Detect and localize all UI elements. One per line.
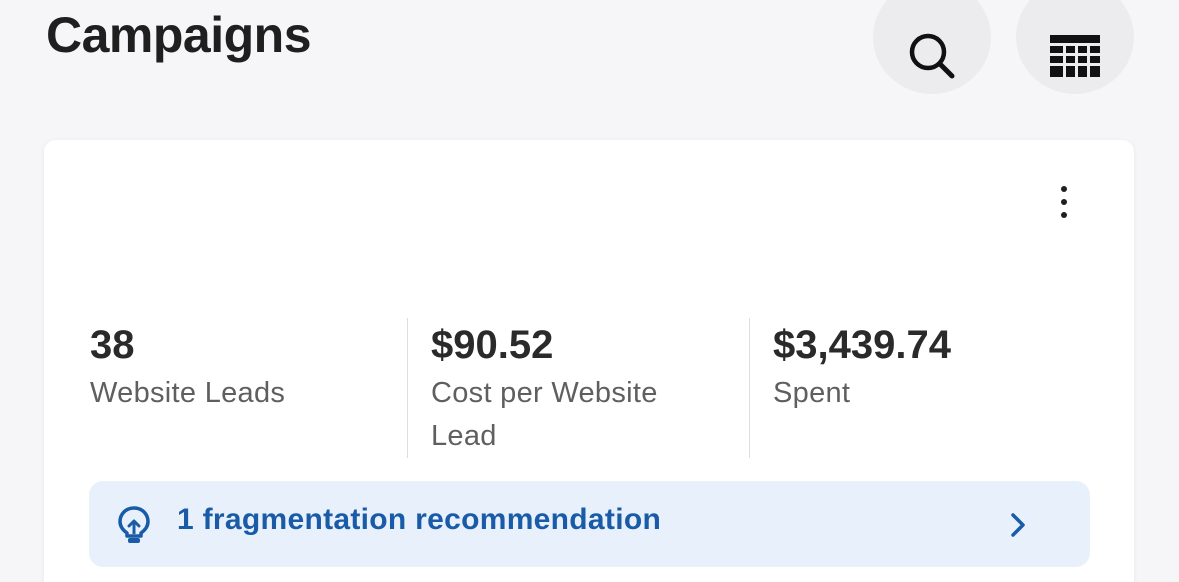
recommendation-banner[interactable]: 1 fragmentation recommendation <box>89 481 1090 567</box>
metric-divider <box>407 318 408 458</box>
search-button[interactable] <box>873 0 991 94</box>
metric-label: Website Leads <box>90 377 286 409</box>
lightbulb-icon <box>118 506 150 543</box>
metric-website-leads: 38 Website Leads <box>90 320 390 415</box>
more-options-button[interactable] <box>1046 180 1082 224</box>
metric-cost-per-lead: $90.52 Cost per Website Lead <box>431 320 731 458</box>
campaigns-page: Campaigns 38 Website Leads $90.52 Cost p… <box>0 0 1179 582</box>
page-title: Campaigns <box>46 7 312 63</box>
chevron-right-icon <box>1011 513 1025 537</box>
metric-spent: $3,439.74 Spent <box>773 320 1073 415</box>
metric-label: Cost per Website Lead <box>431 377 658 452</box>
metric-label: Spent <box>773 377 851 409</box>
more-vertical-icon <box>1061 186 1067 192</box>
search-icon <box>909 33 955 79</box>
table-columns-icon <box>1050 35 1100 77</box>
metric-value: 38 <box>90 323 135 367</box>
metric-value: $3,439.74 <box>773 323 951 367</box>
columns-button[interactable] <box>1016 0 1134 94</box>
metric-value: $90.52 <box>431 323 554 367</box>
recommendation-text: 1 fragmentation recommendation <box>177 503 662 536</box>
metric-divider <box>749 318 750 458</box>
